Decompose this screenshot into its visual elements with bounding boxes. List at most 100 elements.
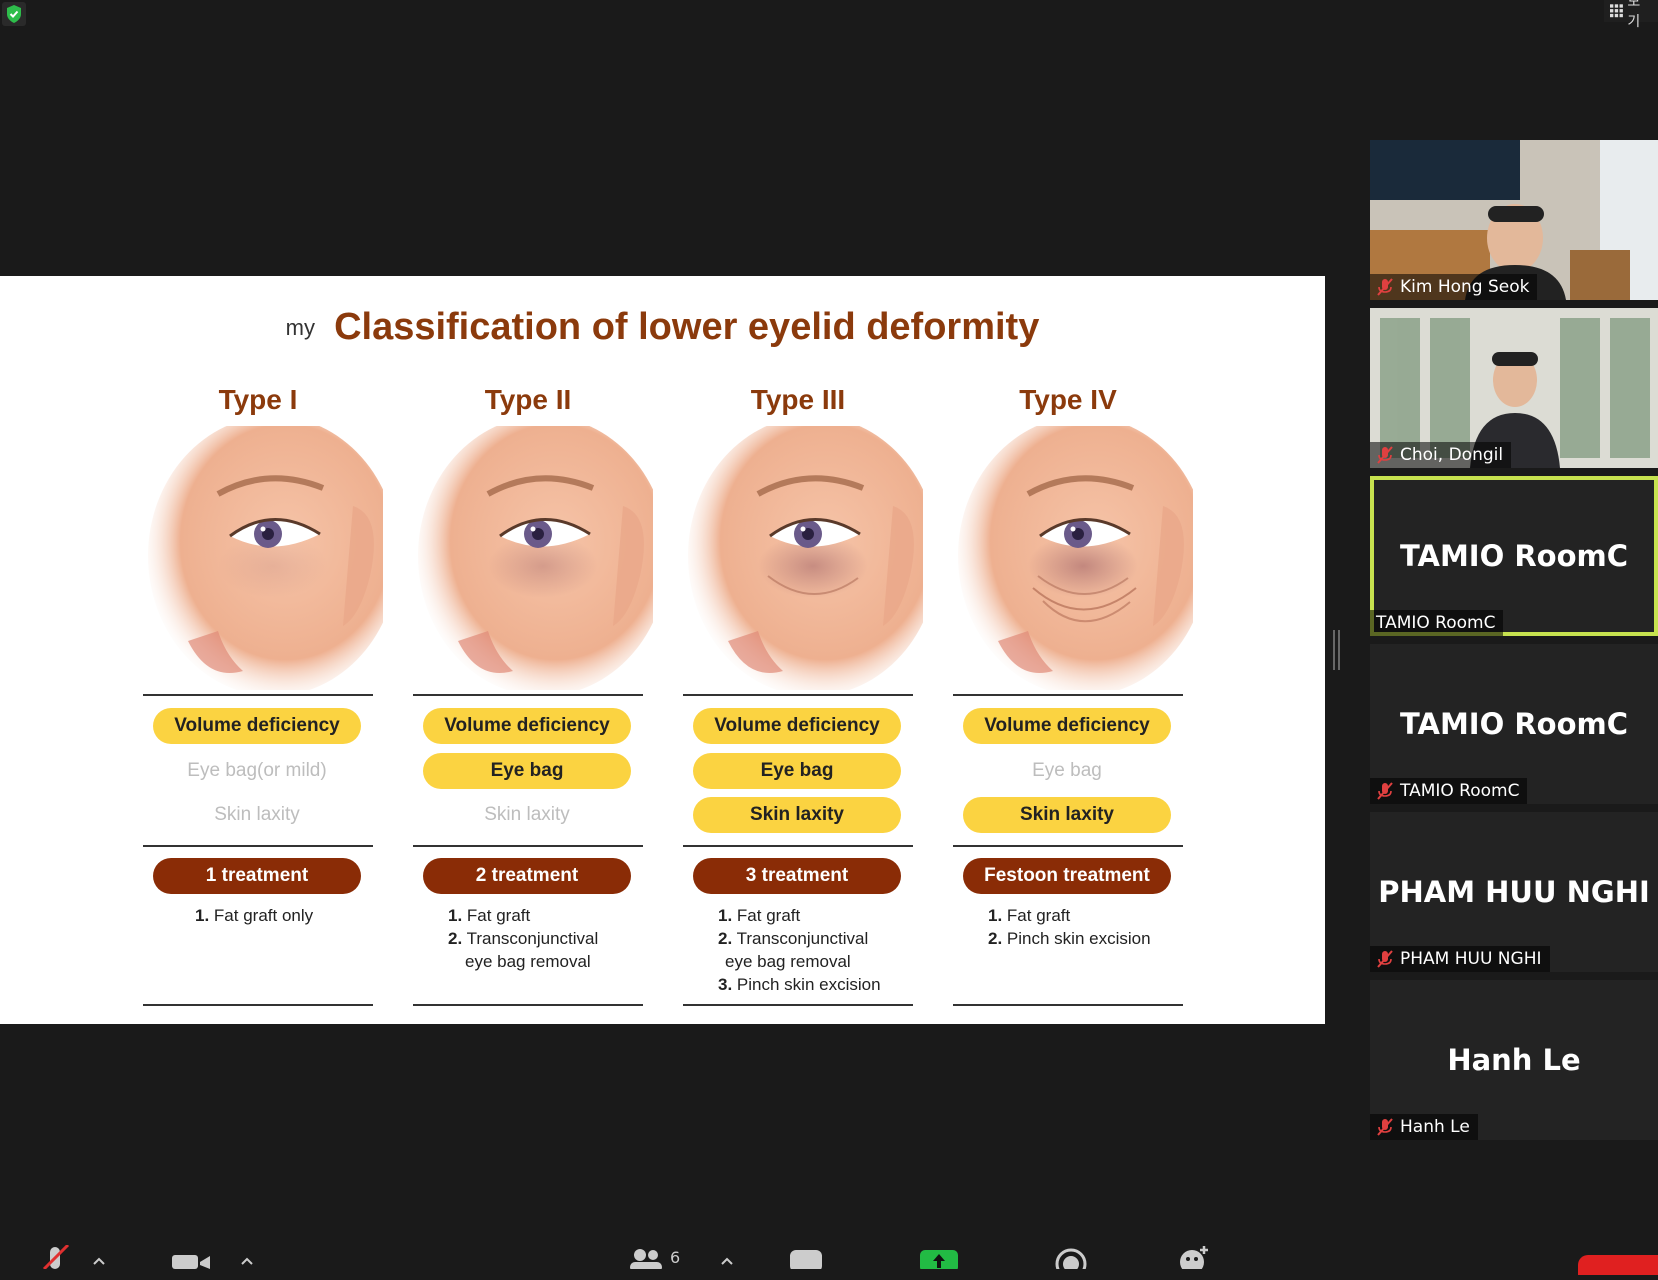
treatment-badge: 2 treatment: [423, 858, 631, 894]
participant-name-tag: Hanh Le: [1370, 1114, 1478, 1140]
participant-name: Kim Hong Seok: [1400, 277, 1530, 297]
step-text: Fat graft only: [213, 906, 314, 925]
slide-title: Classification of lower eyelid deformity: [334, 306, 1040, 348]
participant-name-tag: Choi, Dongil: [1370, 442, 1512, 468]
step-text: Fat graft: [1006, 906, 1071, 925]
reactions-button[interactable]: [1178, 1244, 1212, 1269]
participant-tile[interactable]: Hanh Le Hanh Le: [1370, 980, 1658, 1140]
treatment-badge: 1 treatment: [153, 858, 361, 894]
step-number: 1.: [448, 906, 463, 925]
divider-line: [953, 845, 1183, 847]
participant-tile[interactable]: Kim Hong Seok: [1370, 140, 1658, 300]
step-text: Fat graft: [466, 906, 531, 925]
video-button[interactable]: [172, 1253, 212, 1277]
divider-line: [683, 845, 913, 847]
security-shield-icon[interactable]: [2, 2, 26, 26]
microphone-muted-icon: [1377, 950, 1393, 968]
step-number: 3.: [718, 975, 733, 994]
treatment-step: 1. Fat graft: [953, 904, 1183, 927]
participant-name: PHAM HUU NGHI: [1400, 949, 1542, 969]
video-camera-icon: [172, 1255, 210, 1269]
participant-name-tag: TAMIO RoomC: [1370, 778, 1528, 804]
divider-line: [413, 845, 643, 847]
chevron-up-icon: [721, 1257, 733, 1265]
divider-line: [413, 1004, 643, 1006]
volume-deficiency-badge: Volume deficiency: [963, 708, 1171, 744]
treatment-step: 2. Pinch skin excision: [953, 927, 1183, 950]
view-label: 보기: [1627, 0, 1641, 30]
audio-options-chevron[interactable]: [92, 1256, 106, 1280]
treatment-step: 2. Transconjunctival: [683, 927, 913, 950]
treatment-badge: Festoon treatment: [963, 858, 1171, 894]
skin-laxity-badge: Skin laxity: [484, 804, 570, 825]
treatment-badge: 3 treatment: [693, 858, 901, 894]
microphone-muted-icon: [1377, 1118, 1393, 1136]
mute-button[interactable]: [40, 1245, 70, 1269]
microphone-muted-icon: [42, 1245, 70, 1269]
step-text: eye bag removal: [465, 952, 591, 971]
participant-name: Hanh Le: [1400, 1117, 1470, 1137]
divider-line: [413, 694, 643, 696]
divider-line: [143, 845, 373, 847]
treatment-list: 1. Fat graft 2. Pinch skin excision: [953, 904, 1183, 950]
treatment-step: 1. Fat graft: [413, 904, 643, 927]
participant-tile[interactable]: PHAM HUU NGHI PHAM HUU NGHI: [1370, 812, 1658, 972]
eye-bag-badge: Eye bag(or mild): [187, 760, 327, 781]
type-label: Type II: [484, 384, 572, 415]
chevron-up-icon: [93, 1257, 105, 1265]
divider-line: [953, 1004, 1183, 1006]
face-illustration-4: [958, 426, 1193, 690]
video-options-chevron[interactable]: [240, 1256, 254, 1280]
share-screen-button[interactable]: [920, 1250, 958, 1274]
step-text: Fat graft: [736, 906, 801, 925]
panel-resize-handle[interactable]: [1333, 630, 1340, 670]
eye-bag-badge: Eye bag: [693, 753, 901, 789]
skin-laxity-badge: Skin laxity: [693, 797, 901, 833]
end-meeting-button[interactable]: [1578, 1255, 1658, 1275]
emoji-reaction-icon: [1180, 1246, 1208, 1269]
participant-tile[interactable]: TAMIO RoomC TAMIO RoomC: [1370, 476, 1658, 636]
divider-line: [143, 1004, 373, 1006]
type-label: Type I: [218, 384, 298, 415]
chat-button[interactable]: [790, 1250, 822, 1274]
face-illustration-2: [418, 426, 653, 690]
slide-title-prefix: my: [285, 314, 315, 340]
grid-icon: [1610, 4, 1623, 18]
record-icon: [1055, 1248, 1087, 1269]
skin-laxity-badge: Skin laxity: [963, 797, 1171, 833]
participant-name-tag: Kim Hong Seok: [1370, 274, 1538, 300]
chevron-up-icon: [241, 1257, 253, 1265]
step-number: 2.: [448, 929, 463, 948]
step-number: 1.: [988, 906, 1003, 925]
participant-tile[interactable]: TAMIO RoomC TAMIO RoomC: [1370, 644, 1658, 804]
participant-name: Choi, Dongil: [1400, 445, 1504, 465]
record-button[interactable]: [1055, 1248, 1087, 1272]
step-text: Pinch skin excision: [1006, 929, 1151, 948]
step-number: 2.: [988, 929, 1003, 948]
skin-laxity-badge: Skin laxity: [214, 804, 300, 825]
treatment-step: 1. Fat graft: [683, 904, 913, 927]
treatment-step: 1. Fat graft only: [143, 904, 373, 927]
face-illustration-1: [148, 426, 383, 690]
microphone-muted-icon: [1377, 446, 1393, 464]
shared-screen-slide: my Classification of lower eyelid deform…: [0, 276, 1325, 1024]
view-button[interactable]: 보기: [1604, 0, 1658, 30]
step-text: eye bag removal: [725, 952, 851, 971]
participant-name: TAMIO RoomC: [1400, 781, 1520, 801]
share-screen-icon: [920, 1250, 958, 1269]
participants-options-chevron[interactable]: [720, 1256, 734, 1280]
face-illustration-3: [688, 426, 923, 690]
treatment-list: 1. Fat graft 2. Transconjunctival eye bag …: [683, 904, 913, 996]
divider-line: [953, 694, 1183, 696]
step-number: 1.: [718, 906, 733, 925]
participants-button[interactable]: 6: [630, 1248, 680, 1272]
step-number: 1.: [195, 906, 210, 925]
step-number: 2.: [718, 929, 733, 948]
participant-name: TAMIO RoomC: [1376, 613, 1496, 633]
step-text: Transconjunctival: [466, 929, 599, 948]
participant-tile[interactable]: Choi, Dongil: [1370, 308, 1658, 468]
treatment-step: 2. Transconjunctival: [413, 927, 643, 950]
treatment-step: eye bag removal: [683, 950, 913, 973]
participant-name-tag: PHAM HUU NGHI: [1370, 946, 1550, 972]
microphone-muted-icon: [1377, 782, 1393, 800]
